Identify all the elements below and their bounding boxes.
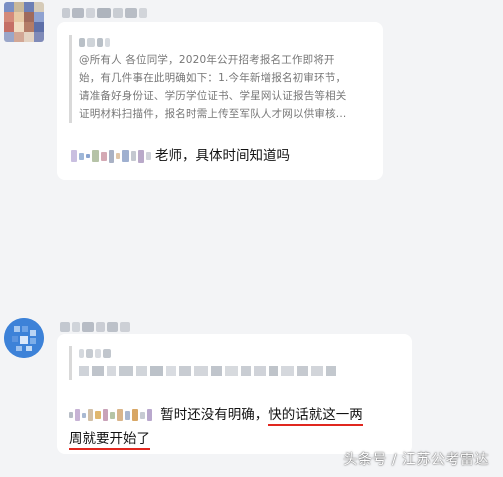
sender-name-1-redacted — [62, 8, 147, 18]
quoted-message-redacted — [69, 346, 399, 380]
sender-name-2-redacted — [60, 322, 130, 332]
reply-line-1: 老师，具体时间知道吗 — [71, 144, 290, 168]
reply-plain-text: 暂时还没有明确， — [160, 407, 269, 423]
mention-redacted — [71, 149, 151, 163]
quoted-text-redacted — [79, 362, 399, 380]
quoted-sender-redacted — [79, 35, 379, 49]
mention-redacted-2 — [69, 409, 152, 421]
reply-line-2: 暂时还没有明确，快的话就这一两 周就要开始了 — [69, 403, 399, 451]
quoted-sender-redacted-2 — [79, 346, 399, 360]
quoted-text: @所有人 各位同学，2020年公开招考报名工作即将开 始，有几件事在此明确如下：… — [79, 54, 347, 120]
quoted-message: @所有人 各位同学，2020年公开招考报名工作即将开 始，有几件事在此明确如下：… — [69, 35, 379, 123]
sender-avatar-2[interactable] — [4, 318, 44, 358]
message-bubble-2[interactable]: 暂时还没有明确，快的话就这一两 周就要开始了 — [57, 334, 412, 454]
reply-text: 老师，具体时间知道吗 — [155, 148, 290, 164]
reply-underlined-1: 快的话就这一两 — [268, 407, 363, 426]
watermark: 头条号 / 江苏公考雷达 — [343, 452, 489, 468]
sender-avatar-1[interactable] — [4, 2, 44, 42]
reply-underlined-2: 周就要开始了 — [69, 431, 150, 450]
message-bubble-1[interactable]: @所有人 各位同学，2020年公开招考报名工作即将开 始，有几件事在此明确如下：… — [57, 22, 383, 180]
